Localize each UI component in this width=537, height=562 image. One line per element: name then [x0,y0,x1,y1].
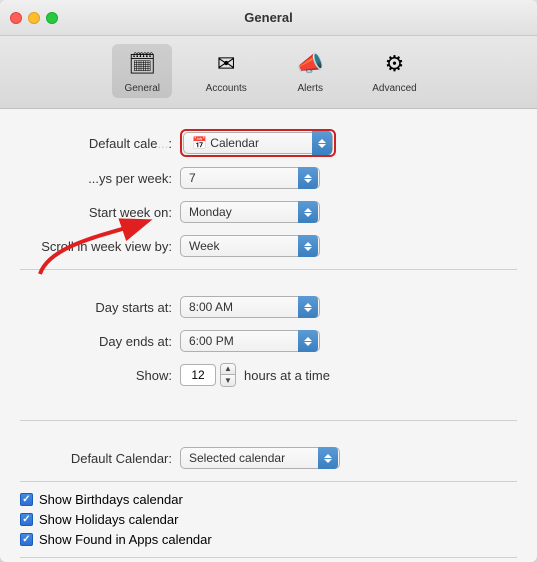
traffic-lights [10,12,58,24]
default-calendar-section-control: Selected calendar [180,447,340,469]
checkbox-holidays-label: Show Holidays calendar [39,512,178,527]
content-area: Default cale...: 📅 Calendar ...ys per we… [0,109,537,562]
days-per-week-control: 7 5 [180,167,320,189]
default-calendar-section-select[interactable]: Selected calendar [180,447,340,469]
show-hours-suffix: hours at a time [244,368,330,383]
scroll-week-label: Scroll in week view by: [20,239,180,254]
accounts-icon: ✉ [210,48,242,80]
default-calendar-select[interactable]: 📅 Calendar [183,132,333,154]
days-per-week-row: ...ys per week: 7 5 [20,165,517,191]
alerts-icon: 📣 [294,48,326,80]
divider-1 [20,269,517,270]
start-week-select[interactable]: Monday Sunday [180,201,320,223]
day-starts-row: Day starts at: 8:00 AM 9:00 AM [20,294,517,320]
day-ends-select[interactable]: 6:00 PM 5:00 PM [180,330,320,352]
checkbox-section: Show Birthdays calendar Show Holidays ca… [20,492,517,547]
scroll-week-select[interactable]: Week Day [180,235,320,257]
scroll-week-select-wrapper: Week Day [180,235,320,257]
day-starts-select-wrapper: 8:00 AM 9:00 AM [180,296,320,318]
default-calendar-row: Default cale...: 📅 Calendar [20,129,517,157]
checkbox-birthdays-label: Show Birthdays calendar [39,492,183,507]
default-calendar-section-select-wrapper: Selected calendar [180,447,340,469]
default-calendar-label: Default cale...: [20,136,180,151]
section-gap-2 [20,396,517,410]
show-label: Show: [20,368,180,383]
start-week-control: Monday Sunday [180,201,320,223]
default-calendar-section-label: Default Calendar: [20,451,180,466]
scroll-week-row: Scroll in week view by: Week Day [20,233,517,259]
toolbar-general[interactable]: 🗓 General [112,44,172,98]
general-icon: 🗓 [126,48,158,80]
day-ends-label: Day ends at: [20,334,180,349]
advanced-label: Advanced [372,83,416,94]
checkbox-holidays[interactable] [20,513,33,526]
divider-3 [20,481,517,482]
checkbox-found-in-apps-label: Show Found in Apps calendar [39,532,212,547]
day-ends-row: Day ends at: 6:00 PM 5:00 PM [20,328,517,354]
preferences-window: General 🗓 General ✉ Accounts 📣 Alerts ⚙ … [0,0,537,562]
day-starts-select[interactable]: 8:00 AM 9:00 AM [180,296,320,318]
start-week-row: Start week on: Monday Sunday [20,199,517,225]
divider-2 [20,420,517,421]
default-calendar-section-row: Default Calendar: Selected calendar [20,445,517,471]
minimize-button[interactable] [28,12,40,24]
toolbar-accounts[interactable]: ✉ Accounts [196,44,256,98]
day-starts-control: 8:00 AM 9:00 AM [180,296,320,318]
default-calendar-control: 📅 Calendar [180,129,336,157]
checkbox-found-in-apps[interactable] [20,533,33,546]
show-hours-input[interactable] [180,364,216,386]
toolbar-alerts[interactable]: 📣 Alerts [280,44,340,98]
section-gap-1 [20,280,517,294]
day-ends-select-wrapper: 6:00 PM 5:00 PM [180,330,320,352]
checkbox-row-0: Show Birthdays calendar [20,492,517,507]
start-week-select-wrapper: Monday Sunday [180,201,320,223]
checkbox-birthdays[interactable] [20,493,33,506]
checkbox-row-1: Show Holidays calendar [20,512,517,527]
toolbar: 🗓 General ✉ Accounts 📣 Alerts ⚙ Advanced [0,36,537,109]
divider-4 [20,557,517,558]
day-starts-label: Day starts at: [20,300,180,315]
maximize-button[interactable] [46,12,58,24]
start-week-label: Start week on: [20,205,180,220]
show-hours-stepper: ▲ ▼ [220,363,236,387]
show-hours-row: Show: ▲ ▼ hours at a time [20,362,517,388]
show-hours-decrement[interactable]: ▼ [221,375,235,386]
window-title: General [244,10,292,25]
days-per-week-label: ...ys per week: [20,171,180,186]
section-gap-3 [20,431,517,445]
default-calendar-select-wrapper: 📅 Calendar [180,129,336,157]
advanced-icon: ⚙ [378,48,410,80]
toolbar-advanced[interactable]: ⚙ Advanced [364,44,424,98]
show-hours-increment[interactable]: ▲ [221,364,235,375]
scroll-week-control: Week Day [180,235,320,257]
show-hours-control: ▲ ▼ hours at a time [180,363,330,387]
general-label: General [124,83,160,94]
title-bar: General [0,0,537,36]
days-per-week-select-wrapper: 7 5 [180,167,320,189]
close-button[interactable] [10,12,22,24]
day-ends-control: 6:00 PM 5:00 PM [180,330,320,352]
accounts-label: Accounts [206,83,247,94]
checkbox-row-2: Show Found in Apps calendar [20,532,517,547]
days-per-week-select[interactable]: 7 5 [180,167,320,189]
alerts-label: Alerts [297,83,323,94]
